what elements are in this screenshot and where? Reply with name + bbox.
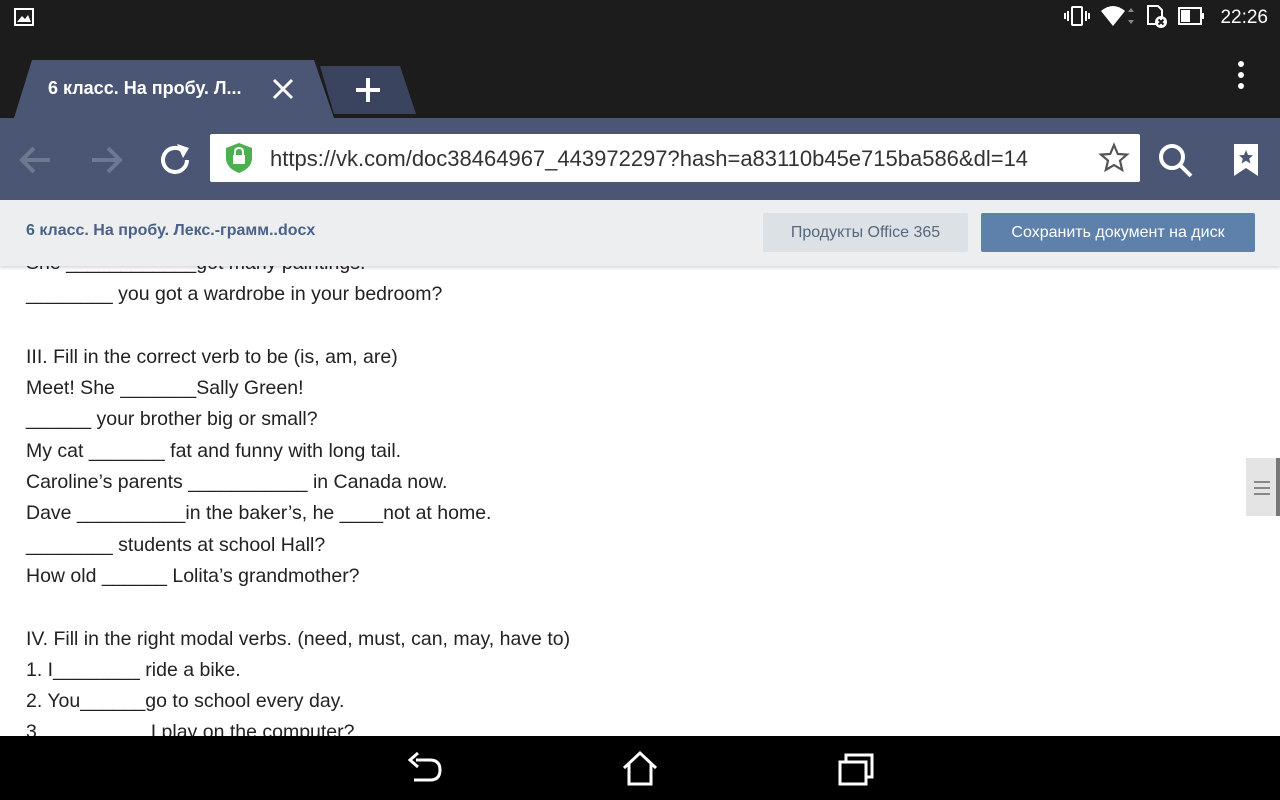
search-icon[interactable] xyxy=(1155,140,1195,180)
home-icon[interactable] xyxy=(620,750,660,788)
recent-apps-icon[interactable] xyxy=(836,750,876,788)
document-line: ________ you got a wardrobe in your bedr… xyxy=(26,283,443,306)
clock: 22:26 xyxy=(1220,7,1268,28)
forward-arrow-icon[interactable] xyxy=(86,140,126,180)
document-line: ________ students at school Hall? xyxy=(26,533,326,556)
document-line: Dave __________in the baker’s, he ____no… xyxy=(26,502,492,525)
document-line: 2. You______go to school every day. xyxy=(26,690,345,713)
browser-tab-active[interactable]: 6 класс. На пробу. Л... xyxy=(14,60,338,118)
battery-icon xyxy=(1178,6,1206,31)
document-title: 6 класс. На пробу. Лекс.-грамм..docx xyxy=(26,222,316,239)
reload-icon[interactable] xyxy=(155,140,195,180)
image-notification-icon xyxy=(14,8,34,31)
document-line: Meet! She _______Sally Green! xyxy=(26,377,304,400)
back-icon[interactable] xyxy=(404,750,444,788)
office-365-button[interactable]: Продукты Office 365 xyxy=(763,213,968,252)
save-to-disk-button[interactable]: Сохранить документ на диск xyxy=(981,213,1255,252)
document-line: 3. _________ I play on the computer? xyxy=(26,721,355,736)
browser-toolbar: https://vk.com/doc38464967_443972297?has… xyxy=(0,118,1280,200)
document-line: ______ your brother big or small? xyxy=(26,408,318,431)
tab-strip: 6 класс. На пробу. Л... xyxy=(0,36,1280,118)
document-line: 1. I________ ride a bike. xyxy=(26,658,241,681)
document-viewer-header: 6 класс. На пробу. Лекс.-грамм..docx Про… xyxy=(0,200,1280,266)
url-text[interactable]: https://vk.com/doc38464967_443972297?has… xyxy=(270,146,1082,172)
new-tab-button[interactable] xyxy=(320,66,416,114)
vibrate-icon xyxy=(1064,5,1091,32)
document-line: My cat _______ fat and funny with long t… xyxy=(26,439,402,462)
document-line: Caroline’s parents ___________ in Canada… xyxy=(26,471,448,494)
document-line: She ____________got many paintings. xyxy=(26,266,570,279)
status-bar: 22:26 xyxy=(0,0,1280,36)
wifi-icon xyxy=(1100,4,1135,33)
back-arrow-icon[interactable] xyxy=(16,140,56,180)
section-heading: III. Fill in the correct verb to be (is,… xyxy=(26,345,398,368)
close-icon[interactable] xyxy=(270,76,296,102)
address-bar[interactable]: https://vk.com/doc38464967_443972297?has… xyxy=(210,134,1140,182)
sd-card-icon xyxy=(1144,4,1168,33)
document-line: How old ______ Lolita’s grandmother? xyxy=(26,564,360,587)
lock-icon xyxy=(224,142,254,174)
fast-scroll-handle[interactable] xyxy=(1246,458,1280,516)
star-icon[interactable] xyxy=(1098,142,1130,174)
document-content[interactable]: She ____________got many paintings. ____… xyxy=(0,266,1280,736)
document-lines: She ____________got many paintings. ____… xyxy=(26,266,570,736)
navigation-bar xyxy=(0,736,1280,800)
tab-title: 6 класс. На пробу. Л... xyxy=(48,78,242,98)
bookmarks-icon[interactable] xyxy=(1228,140,1268,180)
overflow-menu-icon[interactable] xyxy=(1228,58,1254,92)
section-heading: IV. Fill in the right modal verbs. (need… xyxy=(26,627,571,650)
